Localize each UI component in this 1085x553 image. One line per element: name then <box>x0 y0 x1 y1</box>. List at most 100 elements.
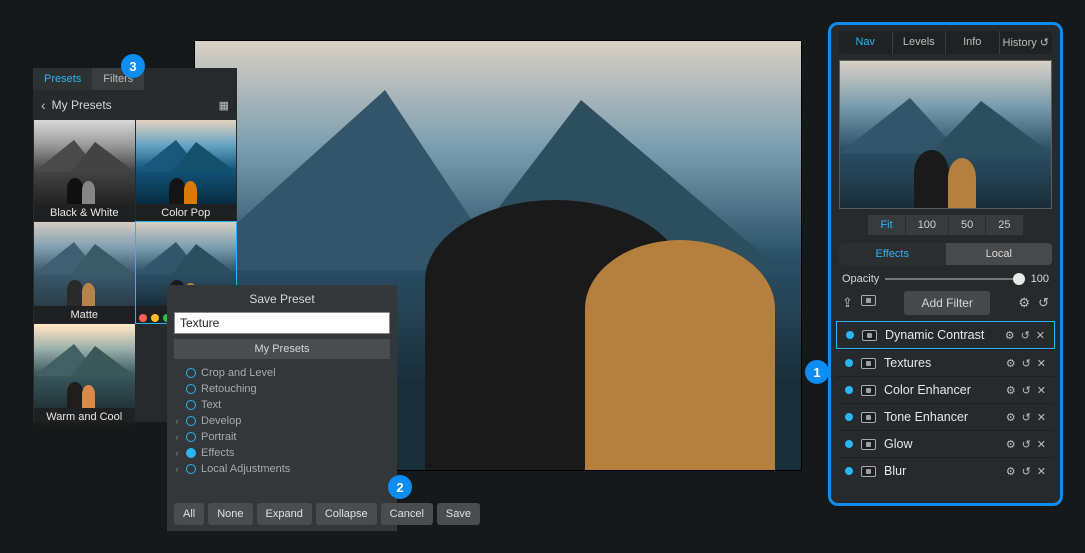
add-filter-row: ⇪ Add Filter ⚙ ↺ <box>842 291 1049 315</box>
preset-category-tree: Crop and LevelRetouching Text ›Develop›Por… <box>167 365 397 497</box>
tree-item[interactable]: ›Effects <box>173 445 397 461</box>
mask-icon[interactable] <box>861 358 876 369</box>
close-icon[interactable]: ✕ <box>1037 357 1046 370</box>
visibility-dot[interactable] <box>846 331 854 339</box>
tab-nav[interactable]: Nav <box>839 31 893 54</box>
chevron-right-icon[interactable]: › <box>173 416 181 426</box>
mask-icon[interactable] <box>861 385 876 396</box>
gear-icon[interactable]: ⚙ <box>1005 329 1015 342</box>
preset-item[interactable]: Warm and Cool <box>34 324 135 425</box>
tree-item[interactable]: › Local Adjustments <box>173 461 397 477</box>
filter-name: Textures <box>884 356 998 370</box>
reset-icon[interactable]: ↺ <box>1022 384 1031 397</box>
mask-icon[interactable] <box>861 466 876 477</box>
dialog-none-button[interactable]: None <box>208 503 252 525</box>
presets-group-title: My Presets <box>52 98 213 112</box>
radio-icon[interactable] <box>186 384 196 394</box>
tab-effects[interactable]: Effects <box>839 243 946 265</box>
visibility-dot[interactable] <box>845 440 853 448</box>
radio-icon[interactable] <box>186 416 196 426</box>
zoom-100[interactable]: 100 <box>906 215 949 235</box>
grid-view-icon[interactable]: ▦ <box>219 99 229 112</box>
tree-item-label: Text <box>201 399 221 411</box>
export-icon[interactable]: ⇪ <box>842 295 853 311</box>
close-icon[interactable]: ✕ <box>1037 384 1046 397</box>
dialog-save-button[interactable]: Save <box>437 503 480 525</box>
tree-item[interactable]: Crop and Level <box>173 365 397 381</box>
chevron-right-icon[interactable]: › <box>173 432 181 442</box>
dialog-expand-button[interactable]: Expand <box>257 503 312 525</box>
dialog-cancel-button[interactable]: Cancel <box>381 503 433 525</box>
visibility-dot[interactable] <box>845 467 853 475</box>
filter-item[interactable]: Color Enhancer⚙↺✕ <box>836 376 1055 403</box>
gear-icon[interactable]: ⚙ <box>1006 384 1016 397</box>
filter-item[interactable]: Textures ⚙ ↺ ✕ <box>836 349 1055 376</box>
opacity-value: 100 <box>1031 273 1049 285</box>
radio-icon[interactable] <box>186 400 196 410</box>
zoom-50[interactable]: 50 <box>949 215 986 235</box>
visibility-dot[interactable] <box>845 359 853 367</box>
tab-presets[interactable]: Presets <box>33 68 92 90</box>
mask-icon[interactable] <box>861 295 876 306</box>
opacity-slider[interactable] <box>885 278 1024 280</box>
tree-item[interactable]: ›Portrait <box>173 429 397 445</box>
preset-item[interactable]: Color Pop <box>136 120 237 221</box>
tab-info[interactable]: Info <box>946 31 1000 54</box>
filter-item[interactable]: Dynamic Contrast⚙↺✕ <box>836 321 1055 349</box>
traffic-lights <box>139 314 171 322</box>
annotation-badge-2: 2 <box>388 475 412 499</box>
group-dropdown[interactable]: My Presets <box>174 339 390 359</box>
dialog-all-button[interactable]: All <box>174 503 204 525</box>
reset-icon[interactable]: ↺ <box>1038 295 1049 311</box>
visibility-dot[interactable] <box>845 413 853 421</box>
chevron-right-icon[interactable]: › <box>173 464 181 474</box>
zoom-25[interactable]: 25 <box>986 215 1022 235</box>
gear-icon[interactable]: ⚙ <box>1018 295 1030 311</box>
tree-item[interactable]: Retouching <box>173 381 397 397</box>
slider-thumb[interactable] <box>1013 273 1025 285</box>
mask-icon[interactable] <box>861 439 876 450</box>
close-icon[interactable]: ✕ <box>1037 411 1046 424</box>
gear-icon[interactable]: ⚙ <box>1006 438 1016 451</box>
reset-icon[interactable]: ↺ <box>1022 411 1031 424</box>
tree-item[interactable]: Text <box>173 397 397 413</box>
chevron-right-icon[interactable]: › <box>173 448 181 458</box>
radio-icon[interactable] <box>186 432 196 442</box>
mask-icon[interactable] <box>862 330 877 341</box>
close-icon[interactable]: ✕ <box>1037 438 1046 451</box>
radio-icon[interactable] <box>186 368 196 378</box>
add-filter-button[interactable]: Add Filter <box>904 291 989 315</box>
filter-item[interactable]: Glow⚙↺✕ <box>836 430 1055 457</box>
filter-item[interactable]: Tone Enhancer⚙↺✕ <box>836 403 1055 430</box>
visibility-dot[interactable] <box>845 386 853 394</box>
presets-header: ‹ My Presets ▦ <box>33 90 237 120</box>
reset-icon[interactable]: ↺ <box>1022 438 1031 451</box>
tab-local[interactable]: Local <box>946 243 1053 265</box>
preset-item[interactable]: Black & White <box>34 120 135 221</box>
reset-icon[interactable]: ↺ <box>1021 329 1030 342</box>
navigator-thumbnail[interactable] <box>839 60 1052 209</box>
zoom-fit[interactable]: Fit <box>868 215 905 235</box>
dialog-title: Save Preset <box>167 285 397 312</box>
tree-item[interactable]: ›Develop <box>173 413 397 429</box>
reset-icon[interactable]: ↺ <box>1022 465 1031 478</box>
gear-icon[interactable]: ⚙ <box>1006 411 1016 424</box>
dialog-collapse-button[interactable]: Collapse <box>316 503 377 525</box>
filters-list: Dynamic Contrast⚙↺✕Textures⚙↺✕Color Enha… <box>836 321 1055 484</box>
reset-icon[interactable]: ↺ <box>1022 357 1031 370</box>
tab-levels[interactable]: Levels <box>893 31 947 54</box>
tab-history[interactable]: History ↺ <box>1000 31 1053 54</box>
radio-icon[interactable] <box>186 464 196 474</box>
close-icon[interactable]: ✕ <box>1036 329 1045 342</box>
annotation-badge-1: 1 <box>805 360 829 384</box>
gear-icon[interactable]: ⚙ <box>1006 465 1016 478</box>
preset-item[interactable]: Matte <box>34 222 135 323</box>
preset-name-input[interactable] <box>174 312 390 334</box>
close-icon[interactable]: ✕ <box>1037 465 1046 478</box>
tree-item-label: Local Adjustments <box>201 463 290 475</box>
mask-icon[interactable] <box>861 412 876 423</box>
radio-icon[interactable] <box>186 448 196 458</box>
filter-item[interactable]: Blur⚙↺✕ <box>836 457 1055 484</box>
gear-icon[interactable]: ⚙ <box>1006 357 1016 370</box>
back-icon[interactable]: ‹ <box>41 97 46 113</box>
